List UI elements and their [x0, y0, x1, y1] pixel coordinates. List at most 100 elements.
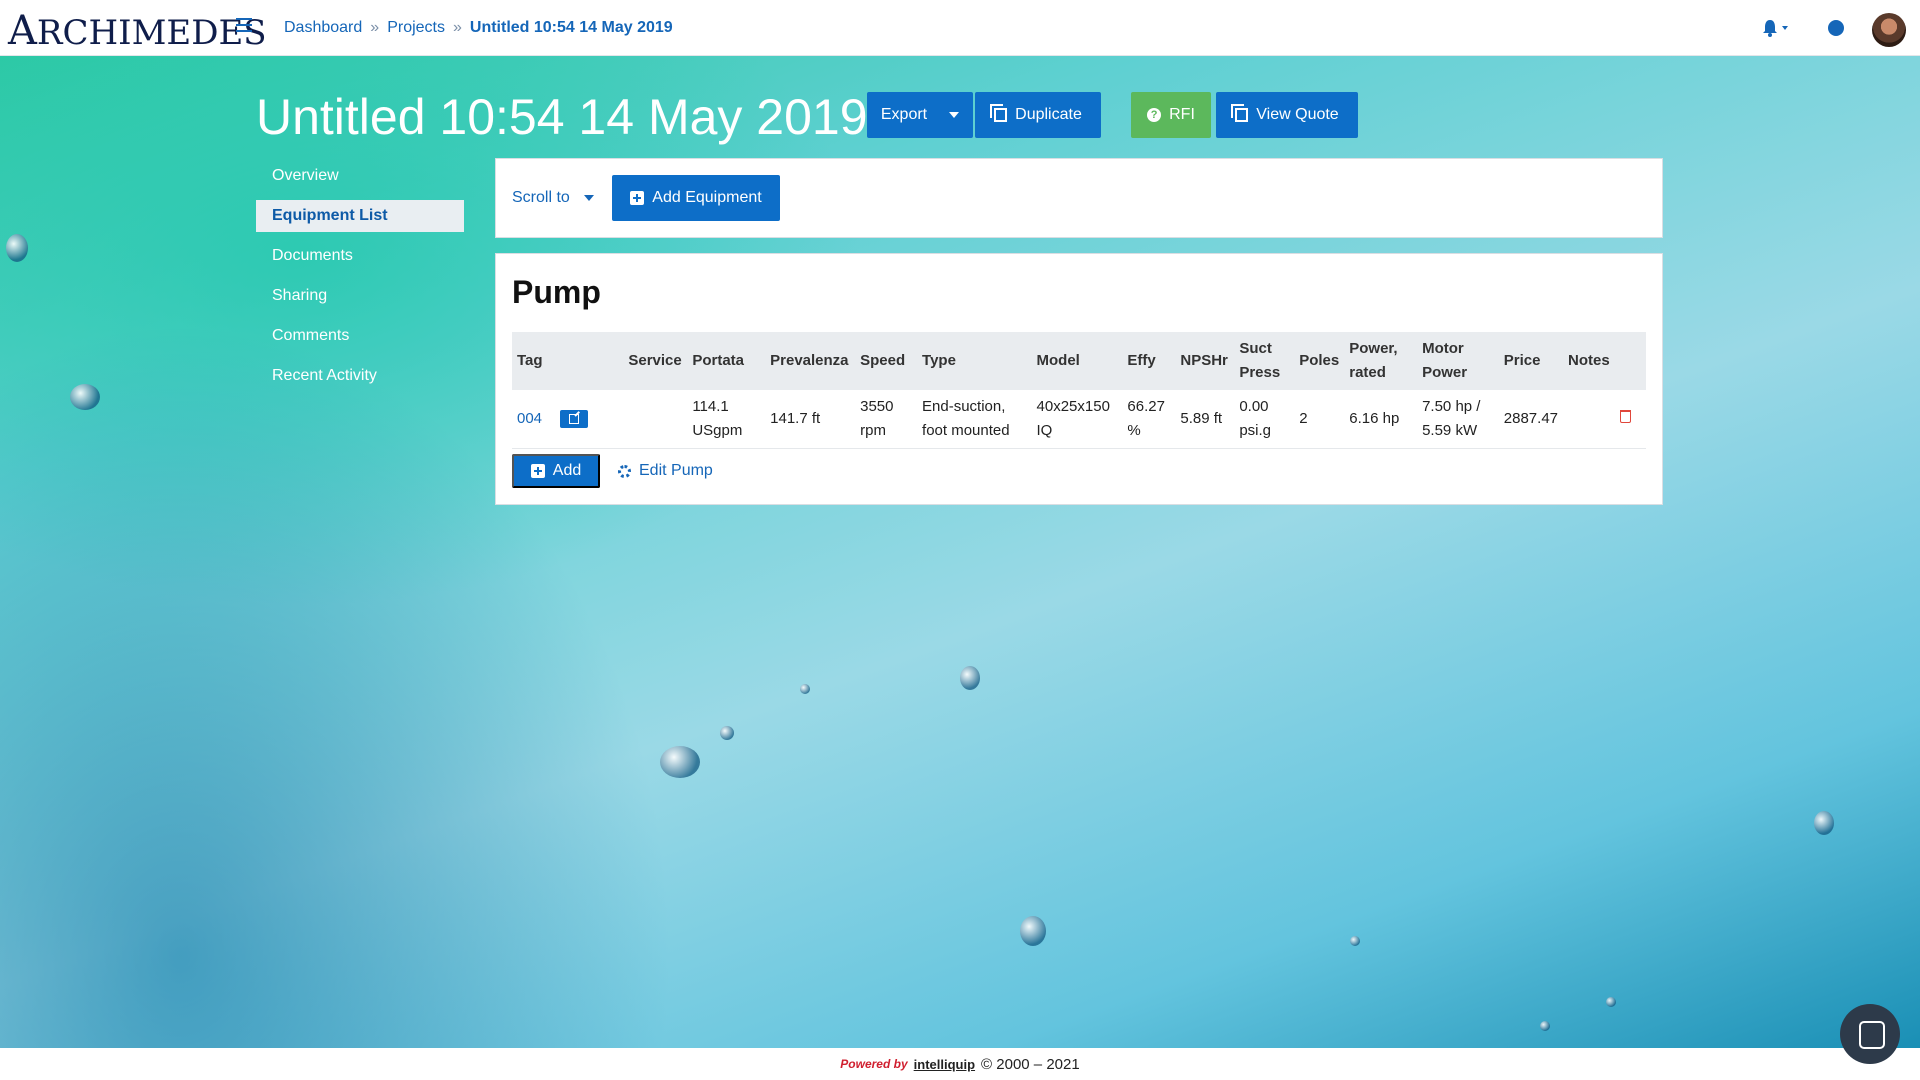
column-header-price: Price — [1498, 332, 1564, 390]
column-header-tag: Tag — [512, 332, 624, 390]
copyright-text: © 2000 – 2021 — [981, 1055, 1080, 1073]
water-drop — [720, 726, 734, 740]
rfi-button[interactable]: ? RFI — [1131, 92, 1211, 138]
breadcrumb-dashboard[interactable]: Dashboard — [284, 19, 362, 37]
top-navbar: ARCHIMEDES Dashboard » Projects » Untitl… — [0, 0, 1920, 56]
sidenav-item-documents[interactable]: Documents — [256, 240, 464, 272]
column-header-prevalenza: Prevalenza — [765, 332, 856, 390]
chevron-down-icon — [1782, 26, 1788, 30]
column-header-effy: Effy — [1122, 332, 1176, 390]
logo-text: RCHIMEDES — [36, 13, 267, 53]
open-external-icon[interactable] — [560, 409, 589, 428]
project-sidenav: Overview Equipment List Documents Sharin… — [256, 160, 464, 400]
breadcrumb-current: Untitled 10:54 14 May 2019 — [469, 19, 673, 36]
scroll-to-dropdown[interactable]: Scroll to — [512, 189, 594, 207]
pump-power-rated-cell: 6.16 hp — [1344, 390, 1418, 449]
chat-launcher-icon[interactable] — [1840, 1004, 1900, 1064]
breadcrumb-separator: » — [452, 19, 462, 36]
view-quote-label: View Quote — [1256, 106, 1339, 123]
water-drop — [6, 234, 28, 262]
page-title: Untitled 10:54 14 May 2019 — [256, 89, 868, 145]
column-header-suct-press: Suct Press — [1234, 332, 1295, 390]
column-header-notes: Notes — [1563, 332, 1615, 390]
copy-icon — [1231, 104, 1249, 122]
export-label: Export — [880, 106, 928, 123]
duplicate-button[interactable]: Duplicate — [975, 92, 1101, 138]
add-equipment-button[interactable]: Add Equipment — [612, 175, 780, 221]
pump-notes-cell — [1563, 390, 1615, 449]
sidenav-item-overview[interactable]: Overview — [256, 160, 464, 192]
globe-icon[interactable] — [1828, 20, 1844, 36]
add-pump-label: Add — [552, 462, 582, 479]
column-header-type: Type — [917, 332, 1032, 390]
column-header-power-rated: Power, rated — [1344, 332, 1418, 390]
footer: Powered by intelliquip © 2000 – 2021 — [0, 1048, 1920, 1080]
add-equipment-label: Add Equipment — [652, 189, 762, 206]
water-drop — [960, 666, 980, 690]
hamburger-menu-icon[interactable] — [236, 18, 252, 32]
rfi-label: RFI — [1169, 106, 1195, 123]
pump-portata-cell: 114.1 USgpm — [687, 390, 766, 449]
intelliquip-logo[interactable]: intelliquip — [914, 1057, 975, 1072]
column-header-speed: Speed — [855, 332, 918, 390]
sidenav-item-comments[interactable]: Comments — [256, 320, 464, 352]
pump-poles-cell: 2 — [1294, 390, 1345, 449]
column-header-poles: Poles — [1294, 332, 1345, 390]
water-drop — [1606, 997, 1616, 1007]
chevron-down-icon — [949, 112, 960, 118]
pump-actions-cell — [1615, 390, 1646, 449]
add-pump-button[interactable]: Add — [512, 454, 600, 488]
plus-square-icon — [630, 191, 645, 205]
column-header-npshr: NPSHr — [1175, 332, 1235, 390]
column-header-service: Service — [623, 332, 688, 390]
breadcrumb-projects[interactable]: Projects — [387, 19, 445, 37]
pump-effy-cell: 66.27 % — [1122, 390, 1176, 449]
table-row: 004 114.1 USgpm 141.7 ft 3550 rpm End-su… — [512, 390, 1646, 449]
sidenav-item-sharing[interactable]: Sharing — [256, 280, 464, 312]
pump-type-cell: End-suction, foot mounted — [917, 390, 1032, 449]
edit-pump-link[interactable]: Edit Pump — [618, 462, 713, 480]
pump-model-cell: 40x25x150 IQ — [1031, 390, 1123, 449]
pump-card: Pump Tag Service Portata Prevalenza Spee… — [495, 253, 1663, 505]
water-drop — [1020, 916, 1046, 946]
column-header-motor-power: Motor Power — [1417, 332, 1499, 390]
scroll-to-label: Scroll to — [512, 189, 570, 206]
water-drop — [660, 746, 700, 778]
copy-icon — [990, 104, 1008, 122]
pump-suct-press-cell: 0.00 psi.g — [1234, 390, 1295, 449]
pump-npshr-cell: 5.89 ft — [1175, 390, 1235, 449]
pump-motor-power-cell: 7.50 hp / 5.59 kW — [1417, 390, 1499, 449]
plus-square-icon — [530, 464, 545, 478]
pump-tag-link[interactable]: 004 — [517, 410, 542, 427]
pump-price-cell: 2887.47 — [1498, 390, 1564, 449]
notifications-bell-icon[interactable] — [1762, 18, 1790, 43]
export-dropdown-button[interactable]: Export — [867, 92, 973, 138]
powered-by-text: Powered by — [840, 1057, 908, 1071]
question-circle-icon: ? — [1147, 108, 1162, 122]
sidenav-item-equipment-list[interactable]: Equipment List — [256, 200, 464, 232]
column-header-portata: Portata — [687, 332, 766, 390]
edit-pump-label: Edit Pump — [639, 462, 713, 479]
pump-service-cell — [623, 390, 688, 449]
view-quote-button[interactable]: View Quote — [1216, 92, 1358, 138]
water-drop — [1350, 936, 1360, 946]
duplicate-label: Duplicate — [1015, 106, 1082, 123]
logo-initial: A — [8, 8, 37, 54]
pump-tag-cell: 004 — [512, 390, 624, 449]
breadcrumb-separator: » — [370, 19, 380, 36]
archimedes-logo[interactable]: ARCHIMEDES — [8, 8, 267, 54]
avatar[interactable] — [1872, 13, 1906, 47]
equipment-toolbar-card: Scroll to Add Equipment — [495, 158, 1663, 238]
sidenav-item-recent-activity[interactable]: Recent Activity — [256, 360, 464, 392]
pump-prevalenza-cell: 141.7 ft — [765, 390, 856, 449]
water-drop — [800, 684, 810, 694]
gear-icon — [618, 464, 631, 478]
pump-table: Tag Service Portata Prevalenza Speed Typ… — [512, 332, 1646, 449]
pump-section-title: Pump — [512, 274, 601, 310]
water-drop — [1540, 1021, 1550, 1031]
trash-icon[interactable] — [1620, 409, 1631, 423]
water-drop — [1814, 811, 1834, 835]
pump-speed-cell: 3550 rpm — [855, 390, 918, 449]
water-drop — [70, 384, 100, 410]
column-header-model: Model — [1031, 332, 1123, 390]
